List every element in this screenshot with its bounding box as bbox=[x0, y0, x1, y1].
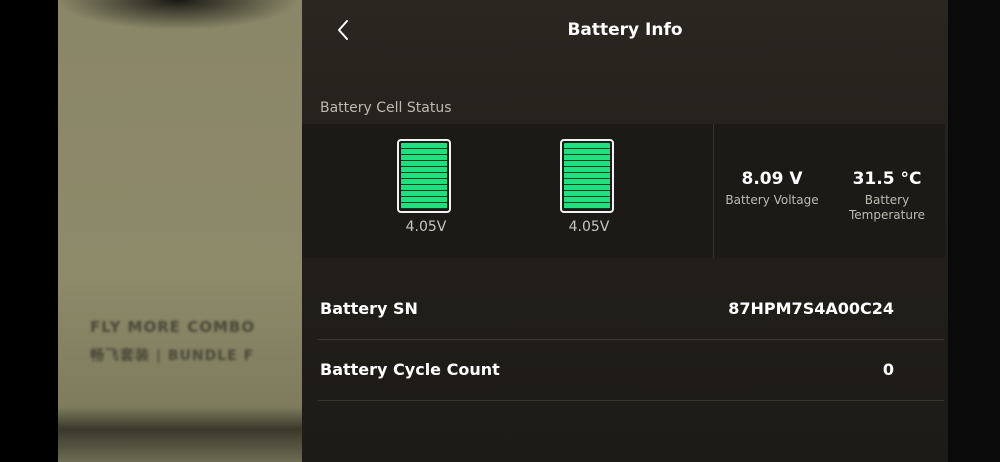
battery-sn-label: Battery SN bbox=[320, 299, 418, 318]
cell-voltage: 4.05V bbox=[568, 219, 610, 235]
battery-cell-fill bbox=[401, 143, 447, 209]
cell-voltage: 4.05V bbox=[405, 219, 447, 235]
battery-temperature-label-line1: Battery bbox=[864, 193, 910, 207]
battery-temperature-label-line2: Temperature bbox=[848, 208, 925, 222]
camera-view: FLY MORE COMBO 畅飞套装 | BUNDLE F bbox=[58, 0, 302, 462]
right-edge bbox=[948, 0, 1000, 462]
battery-cell-icon bbox=[397, 139, 451, 213]
battery-info-panel: Battery Info Battery Cell Status 4.05V 4… bbox=[302, 0, 948, 462]
battery-sn-value: 87HPM7S4A00C24 bbox=[728, 299, 894, 318]
battery-voltage-stat: 8.09 V Battery Voltage bbox=[722, 169, 822, 208]
page-title: Battery Info bbox=[567, 20, 683, 40]
battery-voltage-value: 8.09 V bbox=[741, 169, 803, 189]
battery-cell-fill bbox=[564, 143, 610, 209]
cell-status-card: 4.05V 4.05V 8.09 V Battery Voltage 31.5 … bbox=[302, 124, 945, 258]
cell-status-label: Battery Cell Status bbox=[320, 100, 452, 116]
battery-cycle-count-label: Battery Cycle Count bbox=[320, 360, 500, 379]
header: Battery Info bbox=[302, 0, 948, 62]
camera-text-line2: 畅飞套装 | BUNDLE F bbox=[90, 348, 255, 364]
battery-voltage-label: Battery Voltage bbox=[725, 193, 819, 207]
battery-sn-row: Battery SN 87HPM7S4A00C24 bbox=[318, 278, 944, 340]
battery-temperature-stat: 31.5 °C Battery Temperature bbox=[837, 169, 937, 223]
battery-cycle-count-value: 0 bbox=[882, 360, 894, 379]
battery-cell-icon bbox=[560, 139, 614, 213]
battery-cycle-count-row: Battery Cycle Count 0 bbox=[318, 339, 944, 401]
battery-temperature-value: 31.5 °C bbox=[852, 169, 922, 189]
camera-text-line1: FLY MORE COMBO bbox=[90, 318, 256, 336]
divider bbox=[713, 124, 714, 258]
battery-cell-2: 4.05V bbox=[560, 139, 618, 235]
battery-temperature-label: Battery Temperature bbox=[837, 193, 937, 223]
battery-cell-1: 4.05V bbox=[397, 139, 455, 235]
